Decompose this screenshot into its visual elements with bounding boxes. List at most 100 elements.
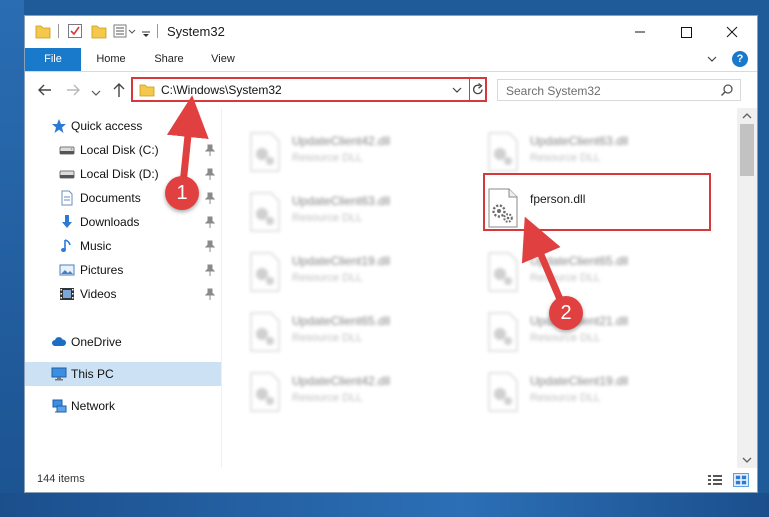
recent-locations-icon[interactable] (91, 84, 101, 102)
file-type: Resource DLL (530, 392, 601, 404)
item-count: 144 items (37, 473, 85, 485)
title-separator (157, 24, 158, 38)
file-explorer-window: System32 File Home Share View ? C:\Windo… (24, 15, 758, 493)
file-type: Resource DLL (292, 212, 363, 224)
window-title: System32 (167, 24, 225, 39)
pin-icon[interactable] (205, 216, 215, 228)
file-item[interactable]: UpdateClient63.dll Resource DLL (240, 186, 470, 234)
sidebar-item-label: Local Disk (D:) (80, 167, 159, 181)
search-icon[interactable] (720, 83, 734, 97)
tab-share[interactable]: Share (149, 48, 189, 71)
cloud-icon (52, 337, 67, 346)
help-button[interactable]: ? (732, 51, 748, 67)
minimize-button[interactable] (617, 16, 663, 48)
documents-icon (61, 190, 73, 206)
sidebar-item-pictures[interactable]: Pictures (25, 258, 221, 282)
search-box[interactable]: Search System32 (497, 79, 741, 101)
file-item[interactable]: UpdateClient63.dll Resource DLL (478, 126, 708, 174)
pin-icon[interactable] (205, 192, 215, 204)
sidebar-item-label: Downloads (80, 215, 140, 229)
file-name: UpdateClient42.dll (292, 374, 391, 388)
sidebar-item-quick-access[interactable]: Quick access (25, 114, 221, 138)
sidebar-item-network[interactable]: Network (25, 394, 221, 418)
file-item[interactable]: UpdateClient65.dll Resource DLL (478, 246, 708, 294)
sidebar-item-label: Videos (80, 287, 117, 301)
file-item[interactable]: UpdateClient65.dll Resource DLL (240, 306, 470, 354)
file-type: Resource DLL (292, 152, 363, 164)
file-list: UpdateClient42.dll Resource DLL UpdateCl… (221, 108, 737, 468)
dll-file-icon (250, 312, 280, 352)
drive-icon (59, 170, 75, 179)
file-name: UpdateClient19.dll (530, 374, 629, 388)
pin-icon[interactable] (205, 240, 215, 252)
properties-check-icon[interactable] (67, 22, 83, 40)
pin-icon[interactable] (205, 144, 215, 156)
close-button[interactable] (709, 16, 755, 48)
scroll-down-icon[interactable] (737, 452, 757, 468)
tab-view[interactable]: View (205, 48, 241, 71)
sidebar-item-label: Pictures (80, 263, 124, 277)
forward-button[interactable] (65, 81, 81, 99)
address-bar[interactable]: C:\Windows\System32 (131, 77, 487, 102)
details-view-icon[interactable] (707, 474, 723, 486)
step-1-callout: 1 (165, 176, 199, 210)
sidebar-item-videos[interactable]: Videos (25, 282, 221, 306)
address-path[interactable]: C:\Windows\System32 (161, 83, 282, 97)
scroll-up-icon[interactable] (737, 108, 757, 124)
star-icon (52, 119, 66, 133)
sidebar-item-music[interactable]: Music (25, 234, 221, 258)
sidebar-item-label: This PC (71, 367, 114, 381)
customize-toolbar-icon[interactable] (113, 22, 137, 40)
vertical-scrollbar[interactable] (737, 108, 757, 468)
file-item[interactable]: UpdateClient21.dll Resource DLL (478, 306, 708, 354)
file-type: Resource DLL (530, 272, 601, 284)
status-bar: 144 items (25, 468, 757, 492)
large-icons-view-icon[interactable] (733, 473, 749, 487)
tab-file[interactable]: File (25, 48, 81, 71)
file-name: UpdateClient65.dll (292, 314, 391, 328)
music-icon (61, 239, 71, 252)
desktop-background-left (0, 0, 24, 517)
back-button[interactable] (37, 81, 53, 99)
title-bar: System32 (25, 16, 757, 48)
search-input[interactable]: Search System32 (506, 84, 601, 98)
file-type: Resource DLL (292, 272, 363, 284)
maximize-button[interactable] (663, 16, 709, 48)
expand-ribbon-icon[interactable] (705, 52, 719, 66)
sidebar-item-this-pc[interactable]: This PC (25, 362, 221, 386)
pin-icon[interactable] (205, 168, 215, 180)
up-one-level-button[interactable] (111, 81, 127, 99)
address-divider (469, 79, 470, 100)
file-item[interactable]: UpdateClient42.dll Resource DLL (240, 366, 470, 414)
scrollbar-thumb[interactable] (740, 124, 754, 176)
chevron-down-icon[interactable] (451, 85, 463, 95)
file-item[interactable]: UpdateClient19.dll Resource DLL (240, 246, 470, 294)
dll-file-icon (250, 372, 280, 412)
file-item[interactable]: UpdateClient42.dll Resource DLL (240, 126, 470, 174)
sidebar-item-label: Documents (80, 191, 141, 205)
navigation-pane: Quick access Local Disk (C:) Local Disk … (25, 108, 221, 468)
folder-icon (139, 84, 155, 97)
pin-icon[interactable] (205, 288, 215, 300)
file-item[interactable]: UpdateClient19.dll Resource DLL (478, 366, 708, 414)
refresh-icon[interactable] (471, 81, 485, 98)
fperson-highlight-box (483, 173, 711, 231)
sidebar-item-onedrive[interactable]: OneDrive (25, 330, 221, 354)
sidebar-item-local-disk-c[interactable]: Local Disk (C:) (25, 138, 221, 162)
videos-icon (60, 288, 74, 300)
sidebar-item-label: Music (80, 239, 112, 253)
network-icon (52, 399, 67, 413)
dll-file-icon (488, 372, 518, 412)
tab-home[interactable]: Home (91, 48, 131, 71)
sidebar-item-downloads[interactable]: Downloads (25, 210, 221, 234)
ribbon-tabs: File Home Share View ? (25, 48, 757, 72)
new-folder-icon[interactable] (91, 22, 107, 40)
dll-file-icon (488, 252, 518, 292)
quick-access-dropdown-icon[interactable] (141, 26, 151, 44)
pin-icon[interactable] (205, 264, 215, 276)
navigation-bar: C:\Windows\System32 Search System32 (25, 72, 757, 108)
dll-file-icon (250, 252, 280, 292)
file-type: Resource DLL (530, 332, 601, 344)
file-type: Resource DLL (292, 392, 363, 404)
sidebar-item-label: Quick access (71, 119, 143, 133)
